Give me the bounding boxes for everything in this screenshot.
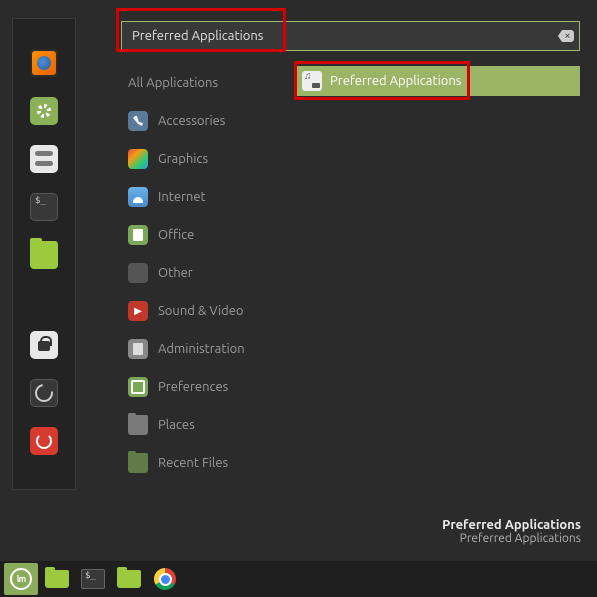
preferred-applications-icon xyxy=(302,71,322,91)
category-other[interactable]: Other xyxy=(124,254,284,292)
category-office[interactable]: Office xyxy=(124,216,284,254)
favorite-terminal-icon[interactable] xyxy=(30,193,58,221)
category-administration[interactable]: Administration xyxy=(124,330,284,368)
terminal-icon xyxy=(81,569,105,589)
folder-icon xyxy=(117,570,141,588)
recent-files-icon xyxy=(128,453,148,473)
category-label: Sound & Video xyxy=(158,304,244,318)
search-container xyxy=(121,21,580,51)
category-label: Places xyxy=(158,418,195,432)
taskbar-files2-button[interactable] xyxy=(112,563,146,595)
category-label: Graphics xyxy=(158,152,208,166)
category-recent-files[interactable]: Recent Files xyxy=(124,444,284,482)
category-sound-video[interactable]: Sound & Video xyxy=(124,292,284,330)
category-label: Accessories xyxy=(158,114,225,128)
category-graphics[interactable]: Graphics xyxy=(124,140,284,178)
folder-icon xyxy=(45,570,69,588)
internet-icon xyxy=(128,187,148,207)
category-label: Recent Files xyxy=(158,456,228,470)
graphics-icon xyxy=(128,149,148,169)
results-list: Preferred Applications xyxy=(296,66,580,96)
taskbar xyxy=(0,561,597,597)
office-icon xyxy=(128,225,148,245)
favorite-firefox-icon[interactable] xyxy=(30,49,58,77)
result-preferred-applications[interactable]: Preferred Applications xyxy=(296,66,580,96)
result-label: Preferred Applications xyxy=(330,74,461,88)
chrome-icon xyxy=(154,568,176,590)
category-label: Office xyxy=(158,228,194,242)
favorites-sidebar xyxy=(12,18,76,490)
category-accessories[interactable]: Accessories xyxy=(124,102,284,140)
administration-icon xyxy=(128,339,148,359)
category-label: Internet xyxy=(158,190,206,204)
sound-video-icon xyxy=(128,301,148,321)
places-icon xyxy=(128,415,148,435)
mint-logo-icon xyxy=(10,568,32,590)
power-off-icon[interactable] xyxy=(30,427,58,455)
favorite-system-settings-icon[interactable] xyxy=(30,145,58,173)
accessories-icon xyxy=(128,111,148,131)
preferences-icon xyxy=(128,377,148,397)
taskbar-terminal-button[interactable] xyxy=(76,563,110,595)
favorite-software-manager-icon[interactable] xyxy=(30,97,58,125)
start-menu-button[interactable] xyxy=(4,563,38,595)
tooltip-title: Preferred Applications xyxy=(442,518,581,532)
logout-icon[interactable] xyxy=(30,379,58,407)
favorite-files-icon[interactable] xyxy=(30,241,58,269)
category-list: All Applications Accessories Graphics In… xyxy=(124,64,284,482)
category-label: All Applications xyxy=(128,76,218,90)
lock-screen-icon[interactable] xyxy=(30,331,58,359)
other-icon xyxy=(128,263,148,283)
search-input[interactable] xyxy=(121,21,580,51)
category-preferences[interactable]: Preferences xyxy=(124,368,284,406)
taskbar-chrome-button[interactable] xyxy=(148,563,182,595)
tooltip-subtitle: Preferred Applications xyxy=(442,532,581,545)
application-tooltip: Preferred Applications Preferred Applica… xyxy=(442,518,581,545)
category-label: Other xyxy=(158,266,193,280)
category-places[interactable]: Places xyxy=(124,406,284,444)
category-internet[interactable]: Internet xyxy=(124,178,284,216)
category-label: Preferences xyxy=(158,380,228,394)
category-all-applications[interactable]: All Applications xyxy=(124,64,284,102)
taskbar-files-button[interactable] xyxy=(40,563,74,595)
category-label: Administration xyxy=(158,342,245,356)
